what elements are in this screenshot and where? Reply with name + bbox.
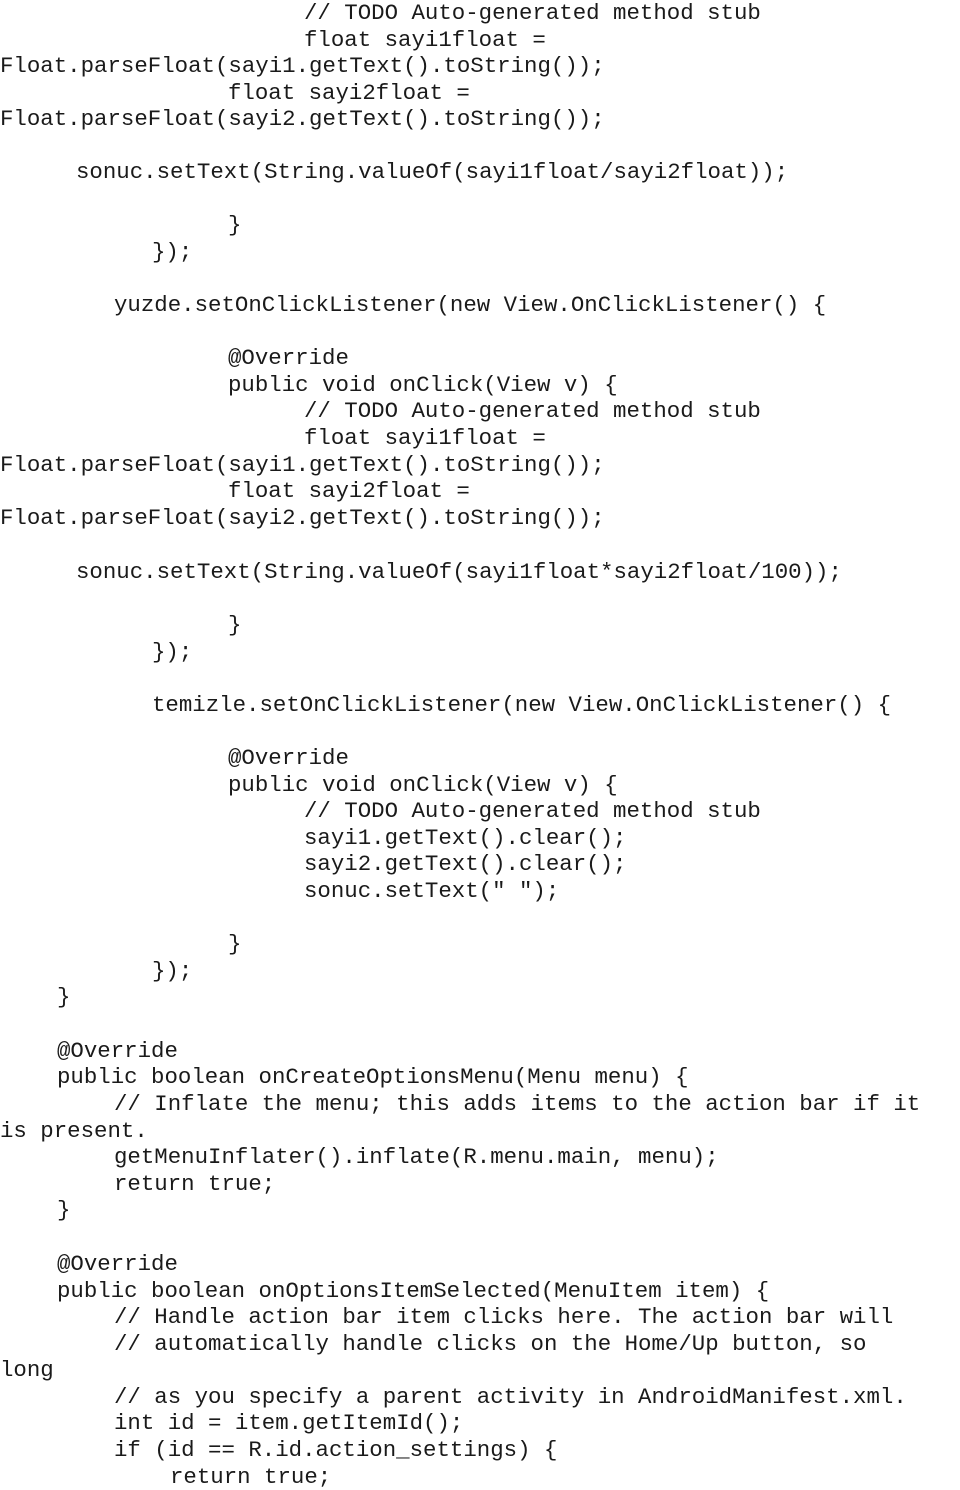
- code-line: // Handle action bar item clicks here. T…: [114, 1304, 894, 1330]
- code-line: float sayi1float =: [304, 27, 546, 53]
- code-line: // automatically handle clicks on the Ho…: [114, 1331, 867, 1357]
- code-line: if (id == R.id.action_settings) {: [114, 1437, 558, 1463]
- code-line: return true;: [170, 1464, 332, 1490]
- code-line: });: [152, 639, 193, 665]
- code-line: int id = item.getItemId();: [114, 1410, 464, 1436]
- code-line: temizle.setOnClickListener(new View.OnCl…: [152, 692, 892, 718]
- code-line: @Override: [57, 1251, 178, 1277]
- code-line: Float.parseFloat(sayi2.getText().toStrin…: [0, 106, 605, 132]
- code-line: sonuc.setText(String.valueOf(sayi1float*…: [76, 559, 842, 585]
- code-line: });: [152, 239, 193, 265]
- code-line: float sayi2float =: [228, 80, 470, 106]
- code-line: // TODO Auto-generated method stub: [304, 798, 761, 824]
- code-line: }: [228, 931, 242, 957]
- code-line: }: [228, 612, 242, 638]
- code-line: public boolean onCreateOptionsMenu(Menu …: [57, 1064, 689, 1090]
- code-line: // TODO Auto-generated method stub: [304, 398, 761, 424]
- code-line: Float.parseFloat(sayi1.getText().toStrin…: [0, 452, 605, 478]
- code-line: sayi2.getText().clear();: [304, 851, 627, 877]
- code-line: long: [0, 1357, 54, 1383]
- code-line: sonuc.setText(String.valueOf(sayi1float/…: [76, 159, 789, 185]
- code-line: return true;: [114, 1171, 276, 1197]
- code-listing: // TODO Auto-generated method stub float …: [0, 0, 960, 1490]
- code-line: // TODO Auto-generated method stub: [304, 0, 761, 26]
- code-line: yuzde.setOnClickListener(new View.OnClic…: [114, 292, 827, 318]
- code-line: }: [57, 1197, 71, 1223]
- code-line: sonuc.setText(" ");: [304, 878, 560, 904]
- code-line: public boolean onOptionsItemSelected(Men…: [57, 1278, 770, 1304]
- code-line: }: [57, 984, 71, 1010]
- code-line: @Override: [228, 745, 349, 771]
- code-line: Float.parseFloat(sayi1.getText().toStrin…: [0, 53, 605, 79]
- code-line: public void onClick(View v) {: [228, 772, 618, 798]
- code-line: // as you specify a parent activity in A…: [114, 1384, 907, 1410]
- code-line: });: [152, 958, 193, 984]
- code-line: sayi1.getText().clear();: [304, 825, 627, 851]
- code-line: // Inflate the menu; this adds items to …: [114, 1091, 921, 1117]
- code-line: }: [228, 212, 242, 238]
- code-line: @Override: [228, 345, 349, 371]
- code-line: public void onClick(View v) {: [228, 372, 618, 398]
- code-line: getMenuInflater().inflate(R.menu.main, m…: [114, 1144, 719, 1170]
- code-line: float sayi1float =: [304, 425, 546, 451]
- code-line: float sayi2float =: [228, 478, 470, 504]
- code-line: is present.: [0, 1118, 148, 1144]
- code-line: Float.parseFloat(sayi2.getText().toStrin…: [0, 505, 605, 531]
- code-line: @Override: [57, 1038, 178, 1064]
